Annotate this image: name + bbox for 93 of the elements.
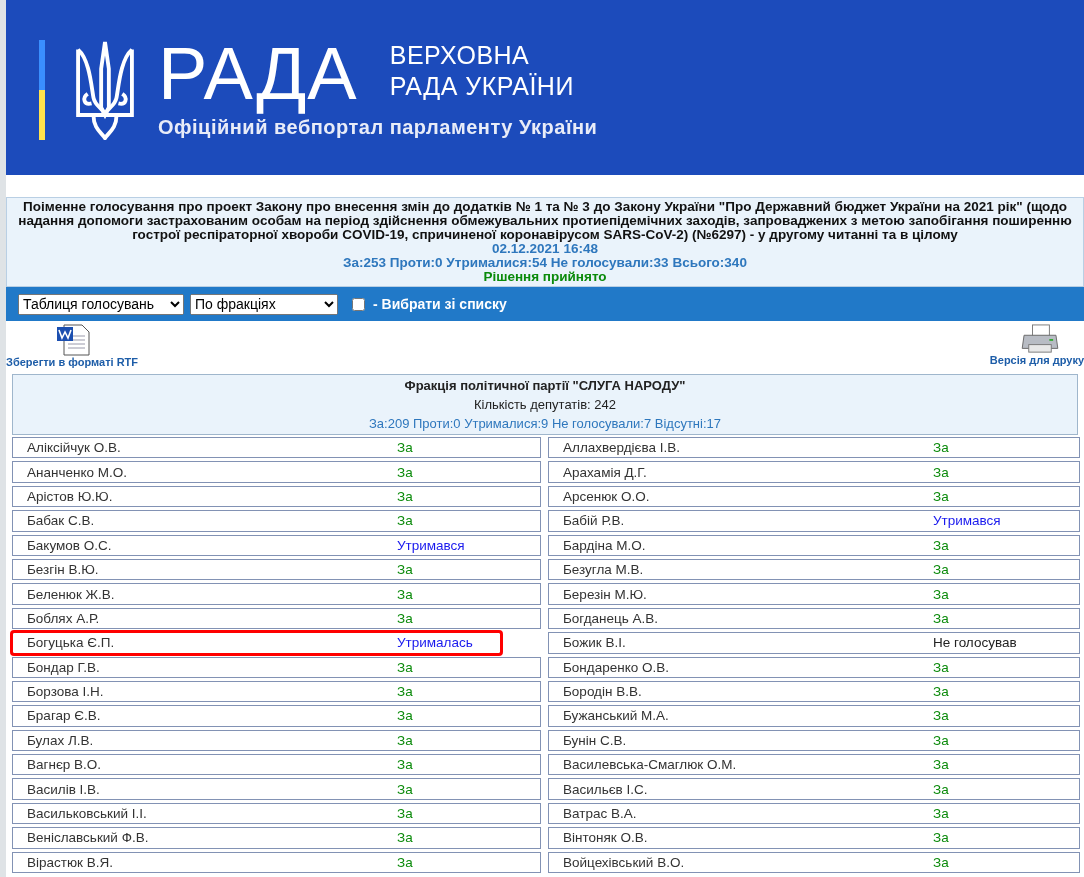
grouping-dropdown[interactable]: По фракціях	[190, 293, 338, 315]
vote-totals: За:253 Проти:0 Утрималися:54 Не голосували:33 Всього:340	[343, 256, 747, 270]
save-rtf-link[interactable]: Зберегти в форматі RTF	[6, 324, 138, 373]
deputy-name: Богданець А.В.	[562, 610, 660, 626]
deputy-name: Вінтоняк О.В.	[562, 830, 649, 846]
deputy-name: Васильєв І.С.	[562, 781, 649, 797]
printer-icon	[1020, 324, 1060, 354]
vote-value: За	[397, 830, 413, 846]
deputy-name: Беленюк Ж.В.	[26, 586, 116, 602]
vote-value: За	[397, 562, 413, 578]
deputy-name: Васильковський І.І.	[26, 806, 148, 822]
vote-value: За	[933, 830, 949, 846]
vote-value: За	[933, 781, 949, 797]
deputy-name: Бородін В.В.	[562, 684, 643, 700]
deputy-name: Веніславський Ф.В.	[26, 830, 150, 846]
vote-value: За	[933, 537, 949, 553]
vote-value: За	[933, 488, 949, 504]
deputy-name: Василевська-Смаглюк О.М.	[562, 757, 738, 773]
vote-value: Утрималась	[397, 635, 473, 651]
vote-value: За	[397, 610, 413, 626]
deputy-name: Аллахвердієва І.В.	[562, 440, 682, 456]
deputy-name: Булах Л.В.	[26, 732, 95, 748]
vote-title: Поіменне голосування про проект Закону про внесення змін до додатків № 1 та № 3 до Закону України "Про Державний бюджет України на 2021 рік" (щодо надання допомоги застрахованим особам на період здійснення обмежувальних протиепідемічних заходів, запроваджених з метою запобігання поширенню гострої респіраторної хвороби COVID-19, спричиненої коронавірусом SARS-CoV-2) (№6297) - у другому читанні та в цілому	[17, 200, 1073, 242]
checkbox-label: - Вибрати зі списку	[373, 296, 507, 312]
site-subtitle: ВЕРХОВНА	[389, 40, 531, 71]
deputy-name: Василів І.В.	[26, 781, 101, 797]
deputy-name: Ананченко М.О.	[26, 464, 128, 480]
vote-value: За	[397, 708, 413, 724]
deputy-name: Ватрас В.А.	[562, 806, 638, 822]
site-subtitle: РАДА УКРАЇНИ	[389, 71, 574, 102]
vote-value: За	[397, 757, 413, 773]
vote-value: За	[397, 684, 413, 700]
vote-value: За	[933, 610, 949, 626]
print-version-link[interactable]: Версія для друку	[989, 324, 1084, 373]
vote-value: За	[397, 806, 413, 822]
deputy-name: Арсенюк О.О.	[562, 488, 651, 504]
vote-result: Рішення прийнято	[483, 270, 607, 284]
deputy-name: Аліксійчук О.В.	[26, 440, 122, 456]
vote-value: За	[397, 732, 413, 748]
deputy-name: Божик В.І.	[562, 635, 627, 651]
vote-value: За	[933, 562, 949, 578]
deputy-name: Арістов Ю.Ю.	[26, 488, 114, 504]
vote-value: За	[397, 586, 413, 602]
vote-value: За	[933, 586, 949, 602]
deputy-name: Брагар Є.В.	[26, 708, 102, 724]
vote-value: За	[397, 464, 413, 480]
vote-datetime: 02.12.2021 16:48	[492, 242, 598, 256]
vote-value: За	[397, 513, 413, 529]
deputy-name: Вагнєр В.О.	[26, 757, 103, 773]
vote-value: За	[933, 684, 949, 700]
trident-icon	[74, 40, 136, 140]
deputy-name: Борзова І.Н.	[26, 684, 105, 700]
flag-stripe-icon	[39, 40, 45, 140]
word-document-icon	[56, 324, 90, 356]
vote-value: Не голосував	[933, 635, 1017, 651]
site-logo-text[interactable]: РАДА	[158, 34, 358, 114]
deputy-name: Арахамія Д.Г.	[562, 464, 648, 480]
deputy-name: Бондаренко О.В.	[562, 659, 670, 675]
faction-totals: За:209 Проти:0 Утрималися:9 Не голосували:7 Відсутні:17	[369, 415, 721, 433]
deputies-count: Кількість депутатів: 242	[474, 396, 616, 414]
deputy-name: Березін М.Ю.	[562, 586, 648, 602]
vote-value: За	[397, 659, 413, 675]
deputy-name: Безгін В.Ю.	[26, 562, 100, 578]
vote-value: За	[933, 440, 949, 456]
vote-value: За	[397, 854, 413, 870]
deputy-name: Безугла М.В.	[562, 562, 645, 578]
vote-value: За	[933, 659, 949, 675]
vote-value: За	[397, 781, 413, 797]
deputy-name: Бардіна М.О.	[562, 537, 647, 553]
deputy-name: Вірастюк В.Я.	[26, 854, 114, 870]
deputy-name: Бондар Г.В.	[26, 659, 101, 675]
deputy-name: Боблях А.Р.	[26, 610, 101, 626]
vote-value: За	[933, 854, 949, 870]
vote-value: За	[933, 708, 949, 724]
vote-value: За	[933, 464, 949, 480]
pick-checkbox[interactable]	[352, 297, 365, 311]
vote-value: За	[397, 440, 413, 456]
site-tagline: Офіційний вебпортал парламенту України	[158, 116, 598, 139]
vote-value: За	[933, 757, 949, 773]
vote-value: За	[933, 732, 949, 748]
faction-name: Фракція політичної партії "СЛУГА НАРОДУ"	[404, 377, 686, 395]
vote-value: Утримався	[397, 537, 465, 553]
vote-value: За	[397, 488, 413, 504]
deputy-name: Бабій Р.В.	[562, 513, 626, 529]
deputy-name: Богуцька Є.П.	[26, 635, 116, 651]
deputy-name: Войцехівський В.О.	[562, 854, 686, 870]
deputy-name: Бакумов О.С.	[26, 537, 113, 553]
vote-value: За	[933, 806, 949, 822]
deputy-name: Бужанський М.А.	[562, 708, 670, 724]
deputy-name: Бабак С.В.	[26, 513, 96, 529]
view-dropdown[interactable]: Таблиця голосувань	[18, 293, 184, 315]
vote-value: Утримався	[933, 513, 1001, 529]
deputy-name: Бунін С.В.	[562, 732, 628, 748]
